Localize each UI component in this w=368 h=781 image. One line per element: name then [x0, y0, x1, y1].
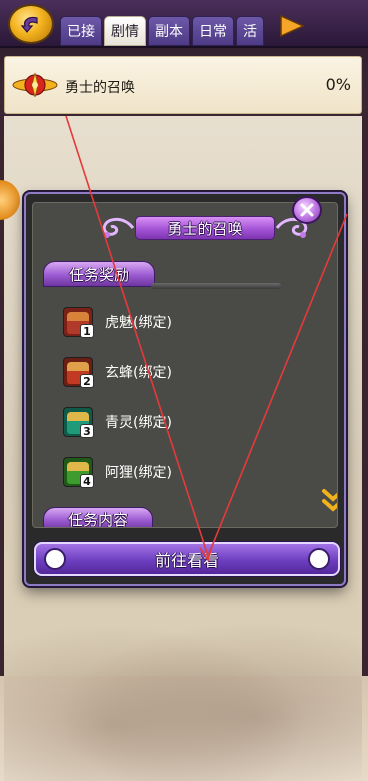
- back-arrow-icon: [20, 16, 38, 33]
- section-divider: [151, 283, 281, 289]
- reward-item[interactable]: 2 玄蜂(绑定): [63, 357, 172, 388]
- right-rail: [362, 116, 368, 676]
- tab-daily[interactable]: 日常: [192, 16, 234, 46]
- scroll-down-icon[interactable]: [321, 487, 338, 519]
- quest-name: 勇士的召唤: [65, 80, 135, 96]
- chest-badge: 3: [80, 424, 94, 438]
- reward-name: 青灵(绑定): [105, 415, 172, 431]
- reward-item[interactable]: 1 虎魅(绑定): [63, 307, 172, 338]
- content-section-label: 任务内容: [43, 507, 153, 528]
- tab-label: 副本: [155, 24, 183, 40]
- chest-badge: 1: [80, 324, 94, 338]
- tab-accepted[interactable]: 已接: [60, 16, 102, 46]
- close-icon: [300, 203, 314, 217]
- go-to-quest-button[interactable]: 前往看看: [34, 542, 340, 576]
- quest-type-icon: [12, 72, 58, 98]
- chest-badge: 4: [80, 474, 94, 488]
- tab-dungeon[interactable]: 副本: [148, 16, 190, 46]
- chest-icon: 4: [63, 457, 94, 488]
- content-label-text: 任务内容: [67, 510, 128, 528]
- reward-name: 虎魅(绑定): [105, 315, 172, 331]
- next-tabs-arrow-icon[interactable]: [278, 12, 306, 40]
- tab-bar: 已接 剧情 副本 日常 活: [60, 16, 264, 46]
- tab-label: 已接: [67, 24, 95, 40]
- back-button[interactable]: [8, 4, 54, 44]
- background-art: [4, 596, 362, 781]
- quest-progress: 0%: [325, 75, 351, 94]
- button-cap-icon: [44, 548, 66, 570]
- button-cap-icon: [308, 548, 330, 570]
- go-button-label: 前往看看: [154, 551, 219, 570]
- quest-row[interactable]: 勇士的召唤 0%: [4, 56, 362, 114]
- close-button[interactable]: [292, 196, 322, 224]
- rewards-label-text: 任务奖励: [68, 265, 129, 284]
- ornament-icon: [102, 217, 135, 238]
- chest-icon: 3: [63, 407, 94, 438]
- chest-icon: 2: [63, 357, 94, 388]
- tab-label: 剧情: [111, 24, 139, 40]
- dialog-title: 勇士的召唤: [167, 219, 243, 238]
- tab-label: 日常: [199, 24, 227, 40]
- reward-item[interactable]: 4 阿狸(绑定): [63, 457, 172, 488]
- chest-badge: 2: [80, 374, 94, 388]
- rewards-section-label: 任务奖励: [43, 261, 155, 287]
- chest-icon: 1: [63, 307, 94, 338]
- tab-label: 活: [243, 24, 257, 40]
- tab-story[interactable]: 剧情: [104, 16, 146, 46]
- reward-name: 阿狸(绑定): [105, 465, 172, 481]
- dialog-title-banner: 勇士的召唤: [102, 211, 308, 245]
- top-bar: 已接 剧情 副本 日常 活: [0, 0, 368, 48]
- reward-item[interactable]: 3 青灵(绑定): [63, 407, 172, 438]
- dialog-content-panel: 勇士的召唤 任务奖励 1 虎魅(绑定) 2 玄蜂(绑定) 3 青灵(绑定) 4 …: [32, 202, 338, 528]
- reward-name: 玄蜂(绑定): [105, 365, 172, 381]
- quest-dialog: 勇士的召唤 任务奖励 1 虎魅(绑定) 2 玄蜂(绑定) 3 青灵(绑定) 4 …: [24, 192, 346, 586]
- tab-event[interactable]: 活: [236, 16, 264, 46]
